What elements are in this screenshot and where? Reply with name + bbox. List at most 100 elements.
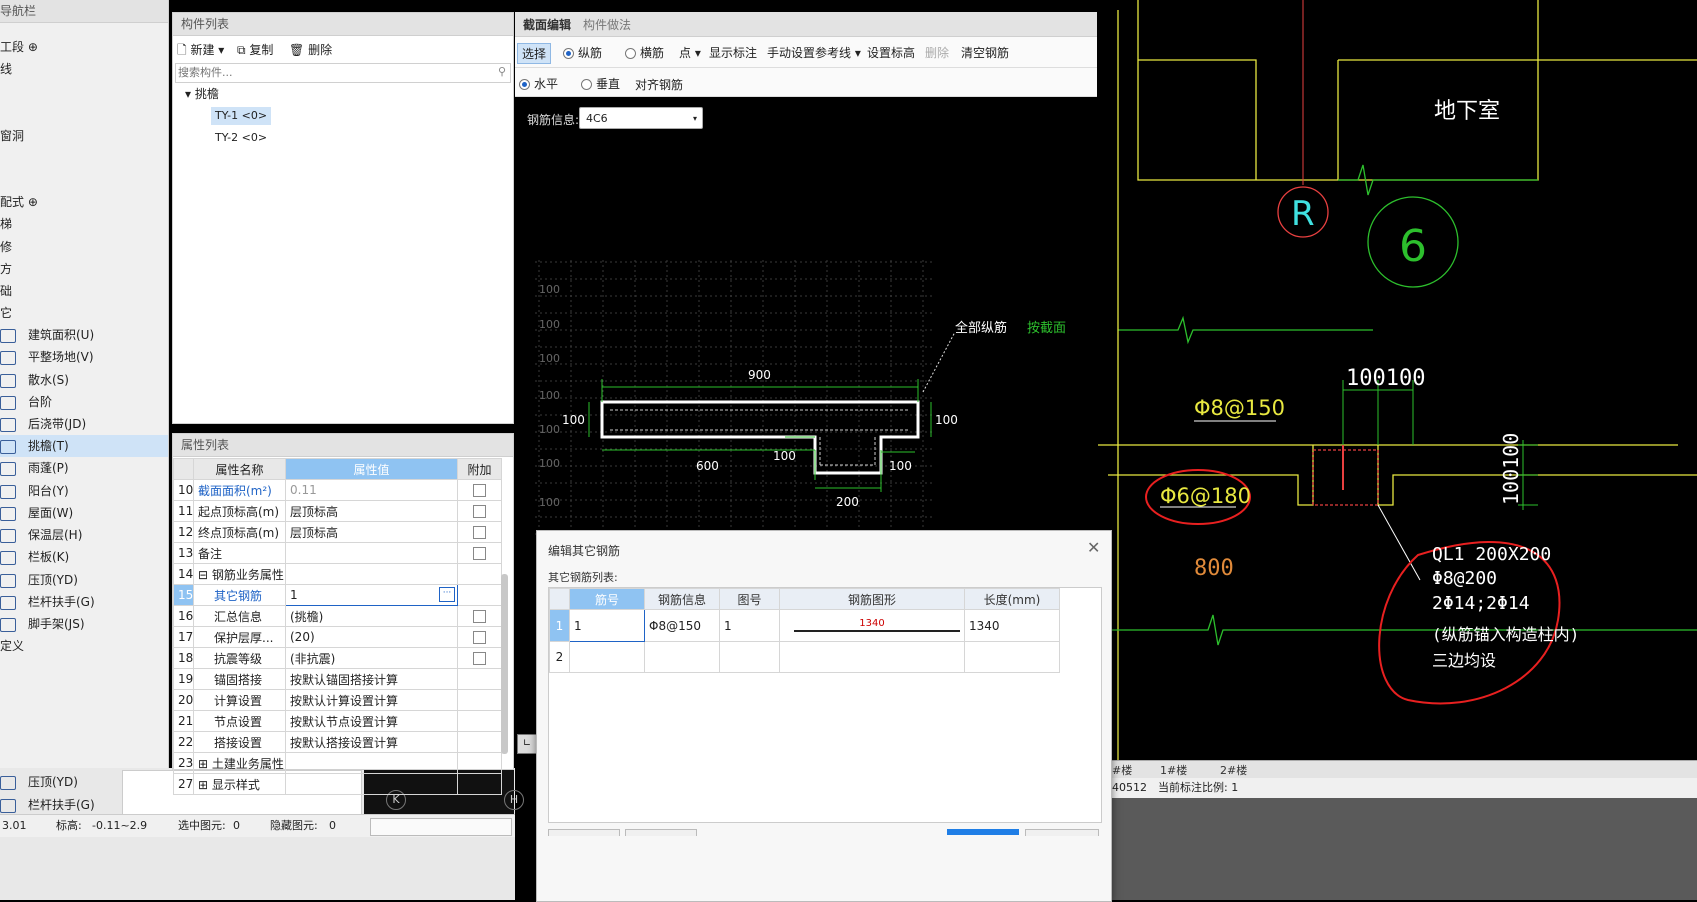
nav-item[interactable]: 配式 ⊕ [0,191,38,213]
extra-checkbox[interactable] [473,547,486,560]
apron-icon [0,373,16,388]
delete-button[interactable]: 🗑 删除 [289,41,332,58]
select-button[interactable]: 选择 [517,43,552,64]
property-row-selected[interactable]: 15 其它钢筋 1 ··· [173,584,502,606]
nav-item[interactable]: 修 [0,236,12,258]
nav-item[interactable]: 方 [0,258,12,280]
nav-item-steps[interactable]: 台阶 [0,391,52,413]
extra-checkbox[interactable] [473,631,486,644]
nav-item-cornice[interactable]: 挑檐(T) [0,435,168,457]
ql-line-1: QL1 200X200 [1432,544,1551,565]
property-row[interactable]: 21 节点设置 按默认节点设置计算 [173,710,502,732]
dim-bottom-left: 600 [696,459,719,473]
table-row[interactable]: 1 1 Φ8@150 1 1340 1340 [549,609,1060,642]
lower-nav-item[interactable]: 栏杆扶手(G) [0,796,95,813]
nav-item[interactable]: 它 [0,302,12,324]
extra-checkbox[interactable] [473,610,486,623]
snap-toolbar[interactable] [370,818,512,836]
property-row[interactable]: 12 终点顶标高(m) 层顶标高 [173,521,502,543]
tree-item[interactable]: TY-2 <0> [211,129,271,147]
property-row[interactable]: 14 ⊟ 钢筋业务属性 [173,563,502,585]
tree-item-selected[interactable]: TY-1 <0> [211,107,272,125]
axis-toggle[interactable]: ∟ [517,734,537,754]
rebar-info-select[interactable]: 4C6 ▾ [579,107,703,129]
copy-button[interactable]: ⧉ 复制 [237,41,273,58]
dialog-button-left[interactable] [548,829,620,836]
property-row[interactable]: 11 起点顶标高(m) 层顶标高 [173,500,502,522]
horizontal-radio[interactable]: 水平 [519,75,558,92]
delete-rebar-button[interactable]: 删除 [925,44,949,61]
property-row[interactable]: 20 计算设置 按默认计算设置计算 [173,689,502,711]
nav-item[interactable]: 梯 [0,213,12,235]
nav-item[interactable]: 础 [0,280,12,302]
expand-icon[interactable]: ⊞ [198,757,212,771]
point-dropdown[interactable]: 点 ▾ [679,44,701,61]
tab-component-method[interactable]: 构件做法 [583,16,631,33]
ellipsis-button[interactable]: ··· [439,587,455,602]
tab-section-edit[interactable]: 截面编辑 [523,16,571,33]
extra-checkbox[interactable] [473,652,486,665]
component-list-panel: 构件列表 🗋 新建 ▾ ⧉ 复制 🗑 删除 ⚲ ▾ 挑檐 TY-1 <0> TY… [172,12,514,424]
property-row[interactable]: 18 抗震等级 (非抗震) [173,647,502,669]
rebar-info-label: 钢筋信息: [527,113,580,127]
property-row[interactable]: 13 备注 [173,542,502,564]
extra-checkbox[interactable] [473,505,486,518]
expand-icon[interactable]: ⊞ [198,778,212,792]
editor-toolbar-2: 水平 垂直 对齐钢筋 [515,68,1097,97]
dialog-cancel-button[interactable] [1025,829,1099,836]
property-row[interactable]: 27 ⊞ 显示样式 [173,773,502,795]
longitudinal-radio[interactable]: 纵筋 [563,44,602,61]
floor-tab[interactable]: 2#楼 [1220,762,1247,778]
new-button[interactable]: 🗋 新建 ▾ [177,41,224,62]
nav-item-roof[interactable]: 屋面(W) [0,502,73,524]
cad-view[interactable]: R 6 地下室 100100 100100 Φ8@150 Φ6@180 800 … [1098,0,1697,900]
nav-item[interactable]: 工段 ⊕ [0,36,38,58]
dialog-button-left-2[interactable] [625,829,697,836]
dim-800: 800 [1194,556,1234,581]
nav-item-railing[interactable]: 栏杆扶手(G) [0,591,95,613]
property-row[interactable]: 23 ⊞ 土建业务属性 [173,752,502,774]
section-outline[interactable] [600,400,920,475]
property-scrollbar[interactable] [501,574,508,754]
set-elevation-button[interactable]: 设置标高 [867,44,915,61]
editor-toolbar: 选择 纵筋 横筋 点 ▾ 显示标注 手动设置参考线 ▾ 设置标高 删除 清空钢筋 [515,37,1097,68]
show-dimension-button[interactable]: 显示标注 [709,44,757,61]
floor-tab[interactable]: #楼 [1112,762,1132,778]
close-icon[interactable]: ✕ [1087,538,1100,557]
nav-item-coping[interactable]: 压顶(YD) [0,569,78,591]
search-icon[interactable]: ⚲ [498,65,506,78]
manual-reference-button[interactable]: 手动设置参考线 ▾ [767,44,861,61]
property-row[interactable]: 10 截面面积(m²) 0.11 [173,479,502,501]
component-search[interactable]: ⚲ [175,63,511,83]
nav-item-canopy[interactable]: 雨蓬(P) [0,457,69,479]
section-canvas[interactable]: 100 100 100 100 100 100 100 900 100 100 … [515,252,1097,542]
transverse-radio[interactable]: 横筋 [625,44,664,61]
property-row[interactable]: 16 汇总信息 (挑檐) [173,605,502,627]
nav-item-apron[interactable]: 散水(S) [0,369,69,391]
property-row[interactable]: 19 锚固搭接 按默认锚固搭接计算 [173,668,502,690]
nav-item[interactable]: 线 [0,58,12,80]
nav-item[interactable]: 定义 [0,635,24,657]
nav-item[interactable]: 窗洞 [0,125,24,147]
nav-item-balcony[interactable]: 阳台(Y) [0,480,69,502]
property-row[interactable]: 22 搭接设置 按默认搭接设置计算 [173,731,502,753]
align-rebar-button[interactable]: 对齐钢筋 [635,76,683,93]
nav-item-parapet[interactable]: 栏板(K) [0,546,69,568]
tree-root[interactable]: ▾ 挑檐 [185,85,219,102]
collapse-icon[interactable]: ⊟ [198,568,212,582]
property-row[interactable]: 17 保护层厚... (20) [173,626,502,648]
vertical-radio[interactable]: 垂直 [581,75,620,92]
component-search-input[interactable] [176,64,480,80]
lower-nav-item[interactable]: 压顶(YD) [0,773,78,790]
nav-item-building-area[interactable]: 建筑面积(U) [0,324,94,346]
floor-tab[interactable]: 1#楼 [1160,762,1187,778]
extra-checkbox[interactable] [473,526,486,539]
nav-item-post-cast[interactable]: 后浇带(JD) [0,413,86,435]
dialog-ok-button[interactable] [947,829,1019,835]
nav-item-site-leveling[interactable]: 平整场地(V) [0,346,94,368]
clear-rebar-button[interactable]: 清空钢筋 [961,44,1009,61]
extra-checkbox[interactable] [473,484,486,497]
table-row[interactable]: 2 [549,641,1060,673]
nav-item-scaffold[interactable]: 脚手架(JS) [0,613,85,635]
nav-item-insulation[interactable]: 保温层(H) [0,524,82,546]
